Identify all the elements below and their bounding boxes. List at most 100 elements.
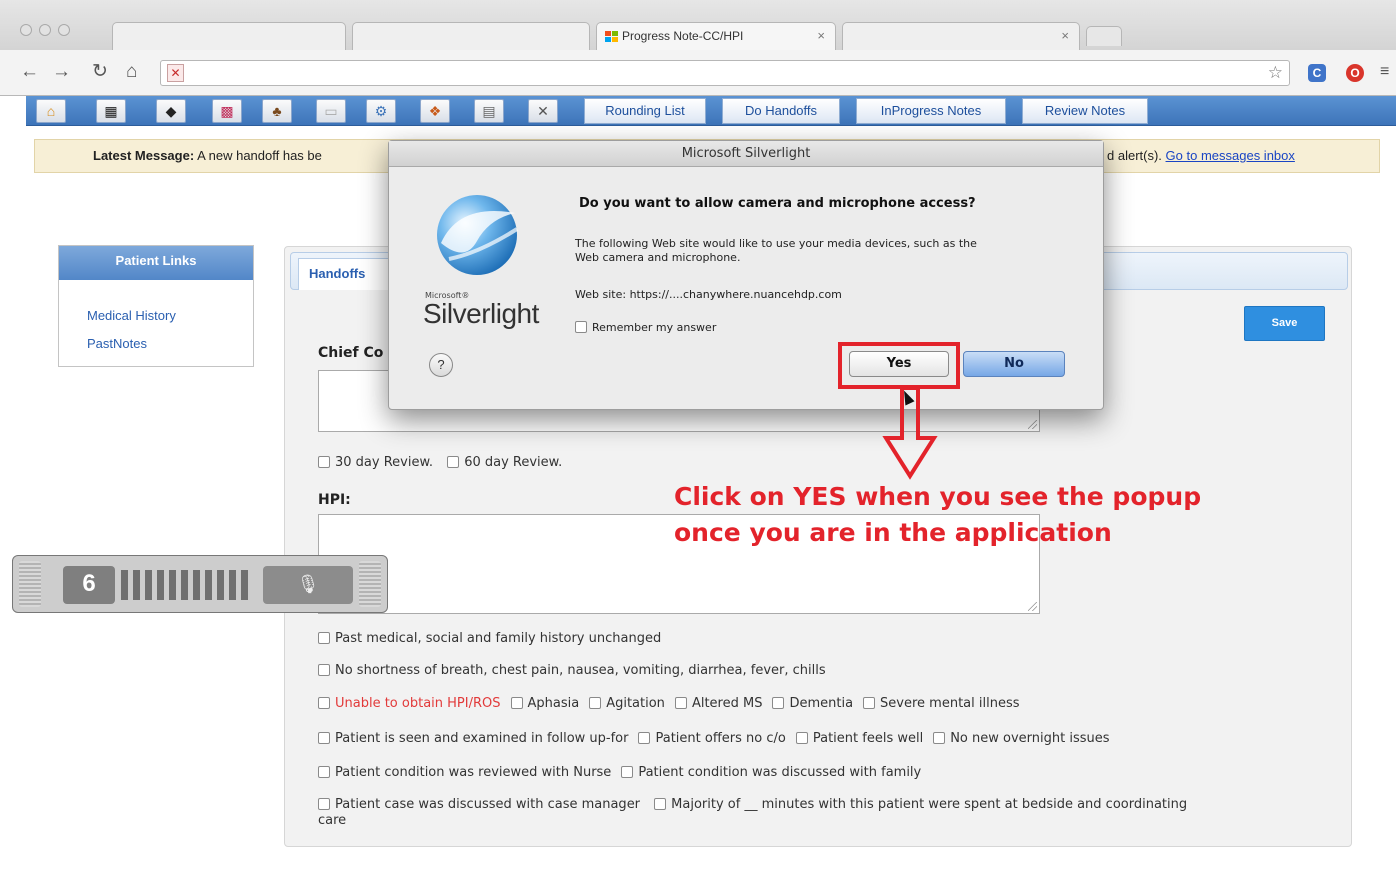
favicon-icon <box>605 30 619 43</box>
checkbox-row: Patient is seen and examined in follow u… <box>318 731 1120 746</box>
home-icon[interactable]: ⌂ <box>36 99 66 123</box>
back-icon[interactable]: ← <box>20 62 39 82</box>
tab-handoffs[interactable]: Handoffs <box>298 258 398 290</box>
checkbox[interactable] <box>795 732 808 744</box>
checkbox[interactable] <box>318 697 330 709</box>
checkbox[interactable] <box>638 732 651 744</box>
checkbox[interactable] <box>621 766 634 778</box>
checkbox[interactable] <box>318 798 330 810</box>
banner-message: Latest Message: A new handoff has be <box>93 140 322 172</box>
past-notes-link[interactable]: PastNotes <box>87 336 147 351</box>
checkbox[interactable] <box>589 697 602 709</box>
review-options-row: 30 day Review. 60 day Review. <box>318 455 572 470</box>
clipboard-icon[interactable]: ▤ <box>474 99 504 123</box>
tab-close-icon[interactable]: × <box>1061 23 1069 49</box>
inprogress-notes-button[interactable]: InProgress Notes <box>856 98 1006 124</box>
remember-row: Remember my answer <box>575 321 716 335</box>
checkbox[interactable] <box>510 697 523 709</box>
reload-icon[interactable]: ↻ <box>92 62 108 82</box>
checkbox-row: No shortness of breath, chest pain, naus… <box>318 663 836 678</box>
checkbox-label: Patient offers no c/o <box>655 731 786 746</box>
app-toolbar: ⌂ ▦ ◆ ▩ ♣ ▭ ⚙ ❖ ▤ ✕ Rounding List Do Han… <box>26 96 1396 126</box>
checkbox-item[interactable]: Patient condition was reviewed with Nurs… <box>318 765 611 780</box>
checkbox[interactable] <box>674 697 687 709</box>
minimize-window-icon[interactable] <box>39 24 51 36</box>
checkbox-item[interactable]: No shortness of breath, chest pain, naus… <box>318 663 826 678</box>
bedside-minutes-label-wrap: care <box>318 813 347 828</box>
zoom-window-icon[interactable] <box>58 24 70 36</box>
users-icon[interactable]: ♣ <box>262 99 292 123</box>
drag-handle[interactable] <box>19 561 41 607</box>
tab-close-icon[interactable]: × <box>817 23 825 49</box>
checkbox-item[interactable]: Patient condition was discussed with fam… <box>621 765 921 780</box>
annotation-line-1: Click on YES when you see the popup <box>674 482 1202 511</box>
checkbox[interactable] <box>318 632 330 644</box>
checkbox[interactable] <box>863 697 876 709</box>
calculator-icon[interactable]: ▦ <box>96 99 126 123</box>
checkbox[interactable] <box>933 732 946 744</box>
checkbox-label: Patient feels well <box>812 731 924 746</box>
document-icon[interactable]: ▭ <box>316 99 346 123</box>
checkbox-item[interactable]: Past medical, social and family history … <box>318 631 661 646</box>
checkbox-label: Unable to obtain HPI/ROS <box>335 696 501 711</box>
checkbox[interactable] <box>318 664 330 676</box>
checkbox-item[interactable]: Severe mental illness <box>863 696 1020 711</box>
checkbox-item[interactable]: Patient is seen and examined in follow u… <box>318 731 628 746</box>
messages-inbox-link[interactable]: Go to messages inbox <box>1166 148 1295 163</box>
checkbox-item[interactable]: Dementia <box>772 696 853 711</box>
checkbox-item[interactable]: Patient offers no c/o <box>638 731 786 746</box>
checkbox-label: Agitation <box>606 696 665 711</box>
checkbox-item[interactable]: Patient feels well <box>795 731 924 746</box>
browser-tab[interactable]: × <box>842 22 1080 50</box>
url-input[interactable]: ✕ ☆ <box>160 60 1290 86</box>
checkbox[interactable] <box>772 697 785 709</box>
browser-tab-bar: Progress Note-CC/HPI × × <box>0 0 1396 50</box>
camera-blocked-icon[interactable]: ✕ <box>167 64 184 82</box>
checkbox[interactable] <box>318 766 330 778</box>
checkbox-item[interactable]: Altered MS <box>674 696 763 711</box>
browser-tab-active[interactable]: Progress Note-CC/HPI × <box>596 22 836 50</box>
tools-icon[interactable]: ✕ <box>528 99 558 123</box>
menu-icon[interactable]: ≡ <box>1380 62 1389 82</box>
forward-icon[interactable]: → <box>52 62 71 82</box>
calendar-icon[interactable]: ▩ <box>212 99 242 123</box>
browser-tab[interactable] <box>352 22 590 50</box>
dragon-dictation-bar[interactable]: 6 🎙 <box>12 555 388 613</box>
checkbox-item[interactable]: Unable to obtain HPI/ROS <box>318 696 501 711</box>
extension-opera-icon[interactable]: O <box>1346 64 1364 82</box>
checkbox-row: Patient condition was reviewed with Nurs… <box>318 765 931 780</box>
remember-checkbox[interactable] <box>575 321 587 333</box>
review-60-checkbox[interactable] <box>447 456 460 468</box>
save-button[interactable]: Save <box>1244 306 1325 341</box>
drag-handle[interactable] <box>359 561 381 607</box>
close-window-icon[interactable] <box>20 24 32 36</box>
new-tab-button[interactable] <box>1086 26 1122 46</box>
dialog-title: Microsoft Silverlight <box>389 141 1103 167</box>
review-30-checkbox[interactable] <box>318 456 330 468</box>
browser-tab[interactable] <box>112 22 346 50</box>
home-icon[interactable]: ⌂ <box>126 62 137 82</box>
dragon-logo-icon[interactable]: 6 <box>63 566 115 604</box>
dialog-description-1: The following Web site would like to use… <box>575 237 977 250</box>
do-handoffs-button[interactable]: Do Handoffs <box>722 98 840 124</box>
banner-label: Latest Message: <box>93 148 195 163</box>
checkbox[interactable] <box>318 732 330 744</box>
checkbox-item[interactable]: Aphasia <box>510 696 579 711</box>
medical-history-link[interactable]: Medical History <box>87 308 176 323</box>
settings-icon[interactable]: ⚙ <box>366 99 396 123</box>
checkbox-item[interactable]: Agitation <box>589 696 665 711</box>
no-button[interactable]: No <box>963 351 1065 377</box>
checkbox-item[interactable]: No new overnight issues <box>933 731 1110 746</box>
resize-grip-icon[interactable] <box>1028 602 1037 611</box>
extension-c-icon[interactable]: C <box>1308 64 1326 82</box>
help-icon[interactable]: ? <box>429 353 453 377</box>
resize-grip-icon[interactable] <box>1028 420 1037 429</box>
chart-icon[interactable]: ◆ <box>156 99 186 123</box>
microphone-icon[interactable]: 🎙 <box>263 566 353 604</box>
rounding-list-button[interactable]: Rounding List <box>584 98 706 124</box>
checkbox[interactable] <box>654 798 667 810</box>
group-icon[interactable]: ❖ <box>420 99 450 123</box>
checkbox-label: Altered MS <box>691 696 763 711</box>
review-notes-button[interactable]: Review Notes <box>1022 98 1148 124</box>
bookmark-star-icon[interactable]: ☆ <box>1268 63 1283 83</box>
